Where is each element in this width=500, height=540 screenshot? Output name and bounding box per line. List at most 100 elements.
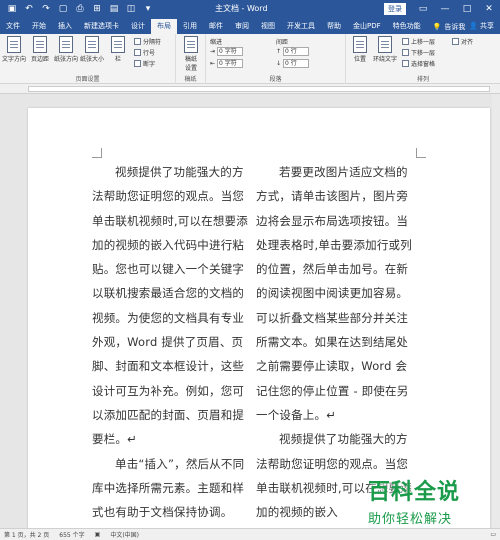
indent-label: 缩进 — [210, 39, 223, 46]
send-backward-button[interactable]: 下移一层 — [402, 48, 435, 57]
spacing-before-field[interactable]: ↑ 0 行 — [276, 47, 310, 56]
spacing-label: 间距 — [276, 39, 289, 46]
indent-right-field[interactable]: ⇤ 0 字符 — [210, 59, 244, 68]
tab-pdf[interactable]: 金山PDF — [347, 19, 387, 34]
margins-icon — [33, 36, 47, 53]
tab-help[interactable]: 帮助 — [321, 19, 347, 34]
login-button[interactable]: 登录 — [384, 3, 406, 15]
customize-icon[interactable]: ▾ — [140, 1, 156, 17]
position-button[interactable]: 位置 — [350, 36, 370, 63]
horizontal-ruler[interactable] — [0, 84, 500, 94]
paragraph[interactable]: 视频提供了功能强大的方法帮助您证明您的观点。当您单击联机视频时,可以在想要添加的… — [92, 160, 252, 452]
share-button[interactable]: 👤 共享 — [469, 19, 500, 34]
vertical-scrollbar[interactable] — [492, 94, 500, 528]
watermark-main: 百科全说 — [368, 480, 461, 505]
text-direction-button[interactable]: 文字方向 — [2, 36, 26, 63]
page-setup-label: 页面设置 — [75, 76, 100, 83]
print-icon[interactable]: ⎙ — [72, 1, 88, 17]
tab-insert[interactable]: 插入 — [52, 19, 78, 34]
hyphenation-button[interactable]: 断字 — [134, 59, 155, 68]
line-numbers-icon — [134, 49, 141, 56]
watermark-sub: 助你轻松解决 — [368, 512, 453, 527]
paragraph[interactable]: 单击“插入”，然后从不同库中选择所需元素。主题和样式也有助于文档保持协调。 — [92, 452, 252, 525]
title-bar: ▣ ↶ ↷ ▢ ⎙ ⊞ ▤ ◫ ▾ 主文档 - Word 登录 ▭ — □ ✕ — [0, 0, 500, 18]
send-backward-icon — [402, 49, 409, 56]
tell-me-label[interactable]: 告诉我 — [444, 22, 465, 32]
tab-layout[interactable]: 布局 — [151, 19, 177, 34]
tab-review[interactable]: 审阅 — [229, 19, 255, 34]
page-setup-group: 文字方向 页边距 纸张方向 纸张大小 栏 分隔符 行号 断字 页面设置 — [0, 34, 176, 84]
breaks-icon — [134, 38, 141, 45]
selection-pane-icon — [402, 60, 409, 67]
breaks-button[interactable]: 分隔符 — [134, 37, 161, 46]
margins-button[interactable]: 页边距 — [30, 36, 50, 63]
hyphenation-icon — [134, 60, 141, 67]
word-count[interactable]: 655 个字 — [59, 530, 84, 539]
selection-pane-button[interactable]: 选择窗格 — [402, 59, 435, 68]
page-count[interactable]: 第 1 页，共 2 页 — [4, 530, 49, 539]
paragraph[interactable]: 若要更改图片适应文档的方式，请单击该图片，图片旁边将会显示布局选项按钮。当处理表… — [256, 160, 416, 427]
tab-design[interactable]: 设计 — [125, 19, 151, 34]
position-icon — [353, 36, 367, 53]
align-button[interactable]: 对齐 — [452, 37, 473, 46]
column-left[interactable]: 视频提供了功能强大的方法帮助您证明您的观点。当您单击联机视频时,可以在想要添加的… — [92, 160, 252, 524]
crop-mark-top-left — [92, 148, 102, 158]
orientation-button[interactable]: 纸张方向 — [54, 36, 78, 63]
crop-mark-top-right — [416, 148, 426, 158]
table-icon[interactable]: ⊞ — [89, 1, 105, 17]
column-right[interactable]: 若要更改图片适应文档的方式，请单击该图片，图片旁边将会显示布局选项按钮。当处理表… — [256, 160, 416, 524]
close-icon[interactable]: ✕ — [478, 0, 500, 18]
focus-icon[interactable]: ▭ — [490, 531, 496, 538]
quick-access-toolbar: ▣ ↶ ↷ ▢ ⎙ ⊞ ▤ ◫ ▾ — [0, 1, 156, 17]
new-doc-icon[interactable]: ▢ — [55, 1, 71, 17]
ribbon-tabs: 文件 开始 插入 新建选项卡 设计 布局 引用 邮件 审阅 视图 开发工具 帮助… — [0, 18, 500, 34]
align-icon — [452, 38, 459, 45]
bring-forward-icon — [402, 38, 409, 45]
wrap-text-icon — [378, 36, 392, 53]
layout-icon[interactable]: ▤ — [106, 1, 122, 17]
ribbon: 文字方向 页边距 纸张方向 纸张大小 栏 分隔符 行号 断字 页面设置 稿纸 设… — [0, 34, 500, 84]
tab-features[interactable]: 特色功能 — [387, 19, 427, 34]
status-bar: 第 1 页，共 2 页 655 个字 ▣ 中文(中国) ▭ — [0, 528, 500, 540]
orientation-icon — [59, 36, 73, 53]
tab-file[interactable]: 文件 — [0, 19, 26, 34]
paragraph-label: 段落 — [269, 76, 282, 83]
spacing-before-icon: ↑ — [276, 48, 282, 55]
undo-icon[interactable]: ↶ — [21, 1, 37, 17]
draft-settings-button[interactable]: 稿纸 设置 — [181, 36, 201, 72]
draft-group: 稿纸 设置 稿纸 — [176, 34, 206, 84]
size-icon — [85, 36, 99, 53]
size-button[interactable]: 纸张大小 — [80, 36, 104, 63]
document-page[interactable]: 视频提供了功能强大的方法帮助您证明您的观点。当您单击联机视频时,可以在想要添加的… — [28, 108, 490, 528]
person-icon: 👤 — [469, 22, 478, 30]
draft-icon — [184, 36, 198, 53]
shapes-icon[interactable]: ◫ — [123, 1, 139, 17]
proofing-icon[interactable]: ▣ — [95, 531, 101, 538]
text-direction-icon — [7, 36, 21, 53]
redo-icon[interactable]: ↷ — [38, 1, 54, 17]
ribbon-display-icon[interactable]: ▭ — [412, 0, 434, 18]
wrap-text-button[interactable]: 环绕文字 — [372, 36, 398, 63]
line-numbers-button[interactable]: 行号 — [134, 48, 155, 57]
arrange-label: 排列 — [416, 76, 429, 83]
bring-forward-button[interactable]: 上移一层 — [402, 37, 435, 46]
indent-left-icon: ⇥ — [210, 48, 216, 55]
ruler-track — [28, 86, 490, 92]
watermark-logo: 百科全说 助你轻松解决 — [368, 474, 496, 528]
tab-new[interactable]: 新建选项卡 — [78, 19, 125, 34]
columns-button[interactable]: 栏 — [108, 36, 128, 63]
tab-mailings[interactable]: 邮件 — [203, 19, 229, 34]
lightbulb-icon: 💡 — [432, 22, 442, 31]
maximize-icon[interactable]: □ — [456, 0, 478, 18]
columns-icon — [111, 36, 125, 53]
minimize-icon[interactable]: — — [434, 0, 456, 18]
language[interactable]: 中文(中国) — [110, 530, 139, 539]
paragraph-group: 缩进 间距 ⇥ 0 字符 ⇤ 0 字符 ↑ 0 行 ↓ 0 行 段落 — [206, 34, 346, 84]
indent-left-field[interactable]: ⇥ 0 字符 — [210, 47, 244, 56]
tab-references[interactable]: 引用 — [177, 19, 203, 34]
tab-developer[interactable]: 开发工具 — [281, 19, 321, 34]
tab-home[interactable]: 开始 — [26, 19, 52, 34]
save-icon[interactable]: ▣ — [4, 1, 20, 17]
spacing-after-field[interactable]: ↓ 0 行 — [276, 59, 310, 68]
tab-view[interactable]: 视图 — [255, 19, 281, 34]
